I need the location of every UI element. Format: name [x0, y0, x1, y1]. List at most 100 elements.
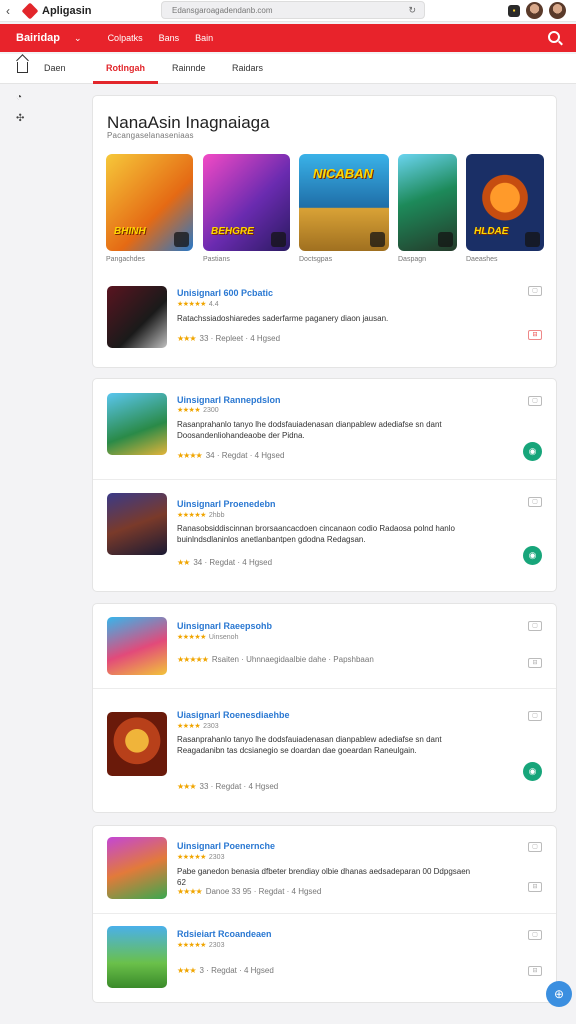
app-thumbnail — [107, 926, 167, 988]
app-list-card: Uinsignarl Poenernche ★★★★★ 2303 Pabe gan… — [92, 825, 557, 1003]
item-description: Pabe ganedon benasia dfbeter brendiay ol… — [177, 867, 471, 887]
tile-caption: Doctsgpas — [299, 256, 333, 263]
featured-tile[interactable]: NICABAN — [299, 154, 389, 251]
item-rating: ★★★★ 2303 — [177, 723, 219, 730]
nav-link[interactable]: Colpatks — [108, 33, 143, 43]
share-icon[interactable]: ⊟ — [528, 966, 542, 976]
page-title: NanaAsin Inagnaiaga — [107, 113, 270, 132]
item-meta: ★★★★★ Rsaiten · Uhnnaegidaalbie dahe · Pa… — [177, 655, 374, 664]
item-meta: ★★★ 33 · Regdat · 4 Hgsed — [177, 782, 279, 791]
app-thumbnail — [107, 712, 167, 776]
featured-tile[interactable]: HLDAE — [466, 154, 544, 251]
item-meta: ★★★★ 34 · Regdat · 4 Hgsed — [177, 451, 285, 460]
browser-bar: ‹ Apligasin Edansgaroagadendanb.com ↻ ▪ — [0, 0, 576, 22]
tile-caption: Daspagn — [398, 256, 427, 263]
app-logo-icon — [22, 4, 38, 18]
chat-icon[interactable]: ◉ — [523, 546, 542, 565]
active-tab-indicator — [93, 81, 158, 84]
tile-label: HLDAE — [474, 226, 509, 237]
featured-tile[interactable]: BEHGRE — [203, 154, 290, 251]
url-text: Edansgaroagadendanb.com — [172, 6, 273, 15]
bookmark-icon[interactable]: ▢ — [528, 497, 542, 507]
chat-icon[interactable]: ◉ — [523, 442, 542, 461]
category-dropdown[interactable]: Bairidap — [16, 32, 60, 44]
item-rating: ★★★★★ 4.4 — [177, 301, 219, 308]
tile-label: BEHGRE — [211, 226, 254, 237]
nav-link[interactable]: Bans — [159, 33, 180, 43]
featured-tile[interactable]: BHINH — [106, 154, 193, 251]
app-title: Apligasin — [42, 4, 92, 17]
address-bar[interactable]: Edansgaroagadendanb.com ↻ — [161, 1, 425, 19]
app-thumbnail — [107, 617, 167, 675]
share-icon[interactable]: ⊟ — [528, 882, 542, 892]
nav-links: Colpatks Bans Bain — [108, 33, 214, 43]
bookmark-icon[interactable]: ▢ — [528, 621, 542, 631]
share-icon[interactable]: ⊟ — [528, 330, 542, 340]
tab-bar: Daen Rotlngah Rainnde Raidars — [0, 54, 576, 84]
item-description: Rasanprahanlo tanyo lhe dodsfauiadenasan… — [177, 420, 442, 440]
item-title[interactable]: Uinsignarl Rannepdslon — [177, 395, 281, 405]
browser-actions: ▪ — [508, 2, 566, 19]
clock-icon[interactable]: ◔ — [16, 92, 24, 103]
reload-icon[interactable]: ↻ — [408, 5, 416, 16]
item-title[interactable]: Unisignarl 600 Pcbatic — [177, 288, 273, 298]
search-icon[interactable] — [548, 31, 560, 43]
divider — [93, 479, 556, 480]
app-thumbnail — [107, 393, 167, 455]
item-rating: ★★★★ 2300 — [177, 407, 219, 414]
app-list-card: Uinsignarl Rannepdslon ★★★★ 2300 Rasanpra… — [92, 378, 557, 592]
bookmark-icon[interactable]: ▢ — [528, 930, 542, 940]
item-title[interactable]: Rdsieiart Rcoandeaen — [177, 929, 272, 939]
bookmark-icon[interactable]: ▢ — [528, 711, 542, 721]
tab-home[interactable]: Daen — [44, 63, 66, 73]
settings-icon[interactable]: ✣ — [16, 113, 24, 124]
share-icon[interactable]: ⊟ — [528, 658, 542, 668]
avatar[interactable] — [526, 2, 543, 19]
top-nav: Bairidap ⌄ Colpatks Bans Bain — [0, 24, 576, 52]
item-rating: ★★★★★ 2hbb — [177, 512, 225, 519]
item-meta: ★★★★ Danoe 33 95 · Regdat · 4 Hgsed — [177, 887, 322, 896]
item-rating: ★★★★★ Uinsenoh — [177, 634, 239, 641]
tab-raidars[interactable]: Raidars — [232, 63, 263, 73]
tab-active[interactable]: Rotlngah — [106, 63, 145, 73]
help-fab-icon[interactable]: ⊕ — [546, 981, 572, 1007]
bookmark-icon[interactable]: ▢ — [528, 842, 542, 852]
side-rail: ◔ ✣ — [16, 92, 24, 124]
item-title[interactable]: Uinsignarl Raeepsohb — [177, 621, 272, 631]
tile-caption: Pastians — [203, 256, 230, 263]
page-subtitle: Pacangaselanaseniaas — [107, 131, 194, 140]
item-meta: ★★★ 33 · Repleet · 4 Hgsed — [177, 334, 281, 343]
item-description: Rasanprahanlo tanyo lhe dodsfauiadenasan… — [177, 735, 442, 755]
tile-label: BHINH — [114, 226, 146, 237]
app-list-card: Uinsignarl Raeepsohb ★★★★★ Uinsenoh ★★★★★… — [92, 603, 557, 813]
chat-icon[interactable]: ◉ — [523, 762, 542, 781]
corner-icon — [271, 232, 286, 247]
item-description: Ranasobsiddiscinnan brorsaancacdoen cinc… — [177, 524, 455, 544]
divider — [93, 913, 556, 914]
item-description: Ratachssiadoshiaredes saderfarme paganer… — [177, 314, 389, 323]
tile-label: NICABAN — [313, 166, 373, 181]
item-meta: ★★ 34 · Regdat · 4 Hgsed — [177, 558, 273, 567]
corner-icon — [525, 232, 540, 247]
nav-link[interactable]: Bain — [195, 33, 213, 43]
avatar-secondary[interactable] — [549, 2, 566, 19]
item-meta: ★★★ 3 · Regdat · 4 Hgsed — [177, 966, 274, 975]
home-icon[interactable] — [17, 62, 28, 73]
tab-rainnde[interactable]: Rainnde — [172, 63, 206, 73]
back-icon[interactable]: ‹ — [6, 4, 20, 18]
app-thumbnail — [107, 493, 167, 555]
item-title[interactable]: Uinsignarl Poenernche — [177, 841, 275, 851]
item-rating: ★★★★★ 2303 — [177, 942, 225, 949]
corner-icon — [174, 232, 189, 247]
divider — [93, 688, 556, 689]
extension-icon[interactable]: ▪ — [508, 4, 520, 17]
bookmark-icon[interactable]: ▢ — [528, 396, 542, 406]
featured-tile[interactable] — [398, 154, 457, 251]
item-rating: ★★★★★ 2303 — [177, 854, 225, 861]
bookmark-icon[interactable]: ▢ — [528, 286, 542, 296]
item-title[interactable]: Uinsignarl Proenedebn — [177, 499, 276, 509]
corner-icon — [370, 232, 385, 247]
app-thumbnail — [107, 286, 167, 348]
chevron-down-icon[interactable]: ⌄ — [74, 33, 82, 44]
item-title[interactable]: Uiasignarl Roenesdiaehbe — [177, 710, 290, 720]
